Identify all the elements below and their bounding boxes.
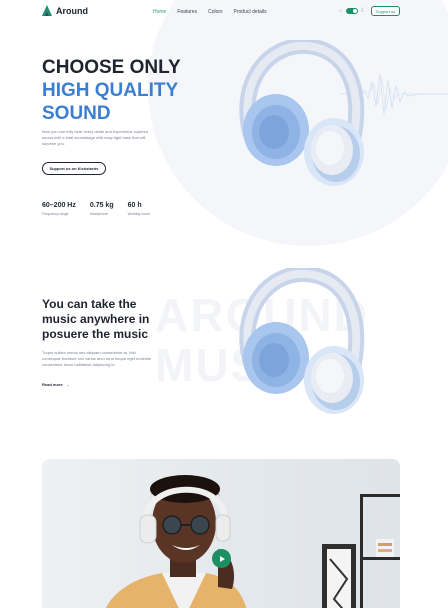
stat-weight: 0.75 kg Headphone: [90, 202, 114, 216]
hero-title-line1: CHOOSE ONLY: [42, 57, 181, 78]
nav-link-home[interactable]: Home: [153, 9, 166, 15]
person-with-headphones-photo: [42, 459, 400, 608]
read-more-label: Read more: [42, 382, 63, 387]
arrow-right-icon: →: [65, 382, 70, 387]
top-navbar: Around Home Features Colors Product deta…: [0, 0, 448, 24]
logo-icon: [42, 5, 52, 16]
nav-link-colors[interactable]: Colors: [208, 9, 222, 15]
hero-description: Now you can fully hear every detail and …: [42, 129, 149, 146]
stat-label: Frequency range: [42, 212, 69, 216]
video-preview-card[interactable]: [42, 459, 400, 608]
read-more-link[interactable]: Read more →: [42, 382, 70, 387]
hero-title-line2: HIGH QUALITY: [42, 80, 179, 101]
play-icon: [220, 555, 225, 562]
stat-label: Headphone: [89, 212, 108, 216]
support-us-button[interactable]: Support us: [371, 6, 400, 16]
toggle-switch[interactable]: [345, 8, 358, 14]
stat-label: Working hours: [127, 212, 151, 216]
section-description: Turpis nullam metus sed aliquam consecte…: [42, 350, 151, 367]
nav-link-product-details[interactable]: Product details: [234, 9, 267, 15]
toggle-thumb: [352, 9, 357, 13]
hero-title-line3: SOUND: [42, 103, 111, 124]
stat-value: 60 h: [127, 202, 142, 209]
stat-frequency: 60–200 Hz Frequency range: [42, 202, 76, 216]
brand-logo[interactable]: Around: [42, 5, 88, 16]
stats-row: 60–200 Hz Frequency range 0.75 kg Headph…: [42, 202, 150, 216]
stat-value: 0.75 kg: [89, 202, 114, 209]
theme-toggle[interactable]: ☼ ☾: [338, 8, 366, 14]
headphones-image: [239, 268, 365, 414]
sun-icon: ☼: [338, 8, 343, 14]
logo-text: Around: [56, 5, 88, 16]
stat-value: 60–200 Hz: [42, 202, 76, 209]
headphones-image: [239, 40, 365, 186]
main-nav: Home Features Colors Product details: [153, 9, 267, 15]
section-title: You can take the music anywhere in posue…: [42, 297, 150, 341]
stat-hours: 60 h Working hours: [128, 202, 151, 216]
hero-title: CHOOSE ONLY HIGH QUALITY SOUND: [42, 56, 181, 125]
kickstarter-button[interactable]: Support us on Kickstarter: [42, 162, 106, 175]
nav-link-features[interactable]: Features: [177, 9, 197, 15]
moon-icon: ☾: [360, 8, 366, 14]
play-button[interactable]: [212, 549, 231, 568]
